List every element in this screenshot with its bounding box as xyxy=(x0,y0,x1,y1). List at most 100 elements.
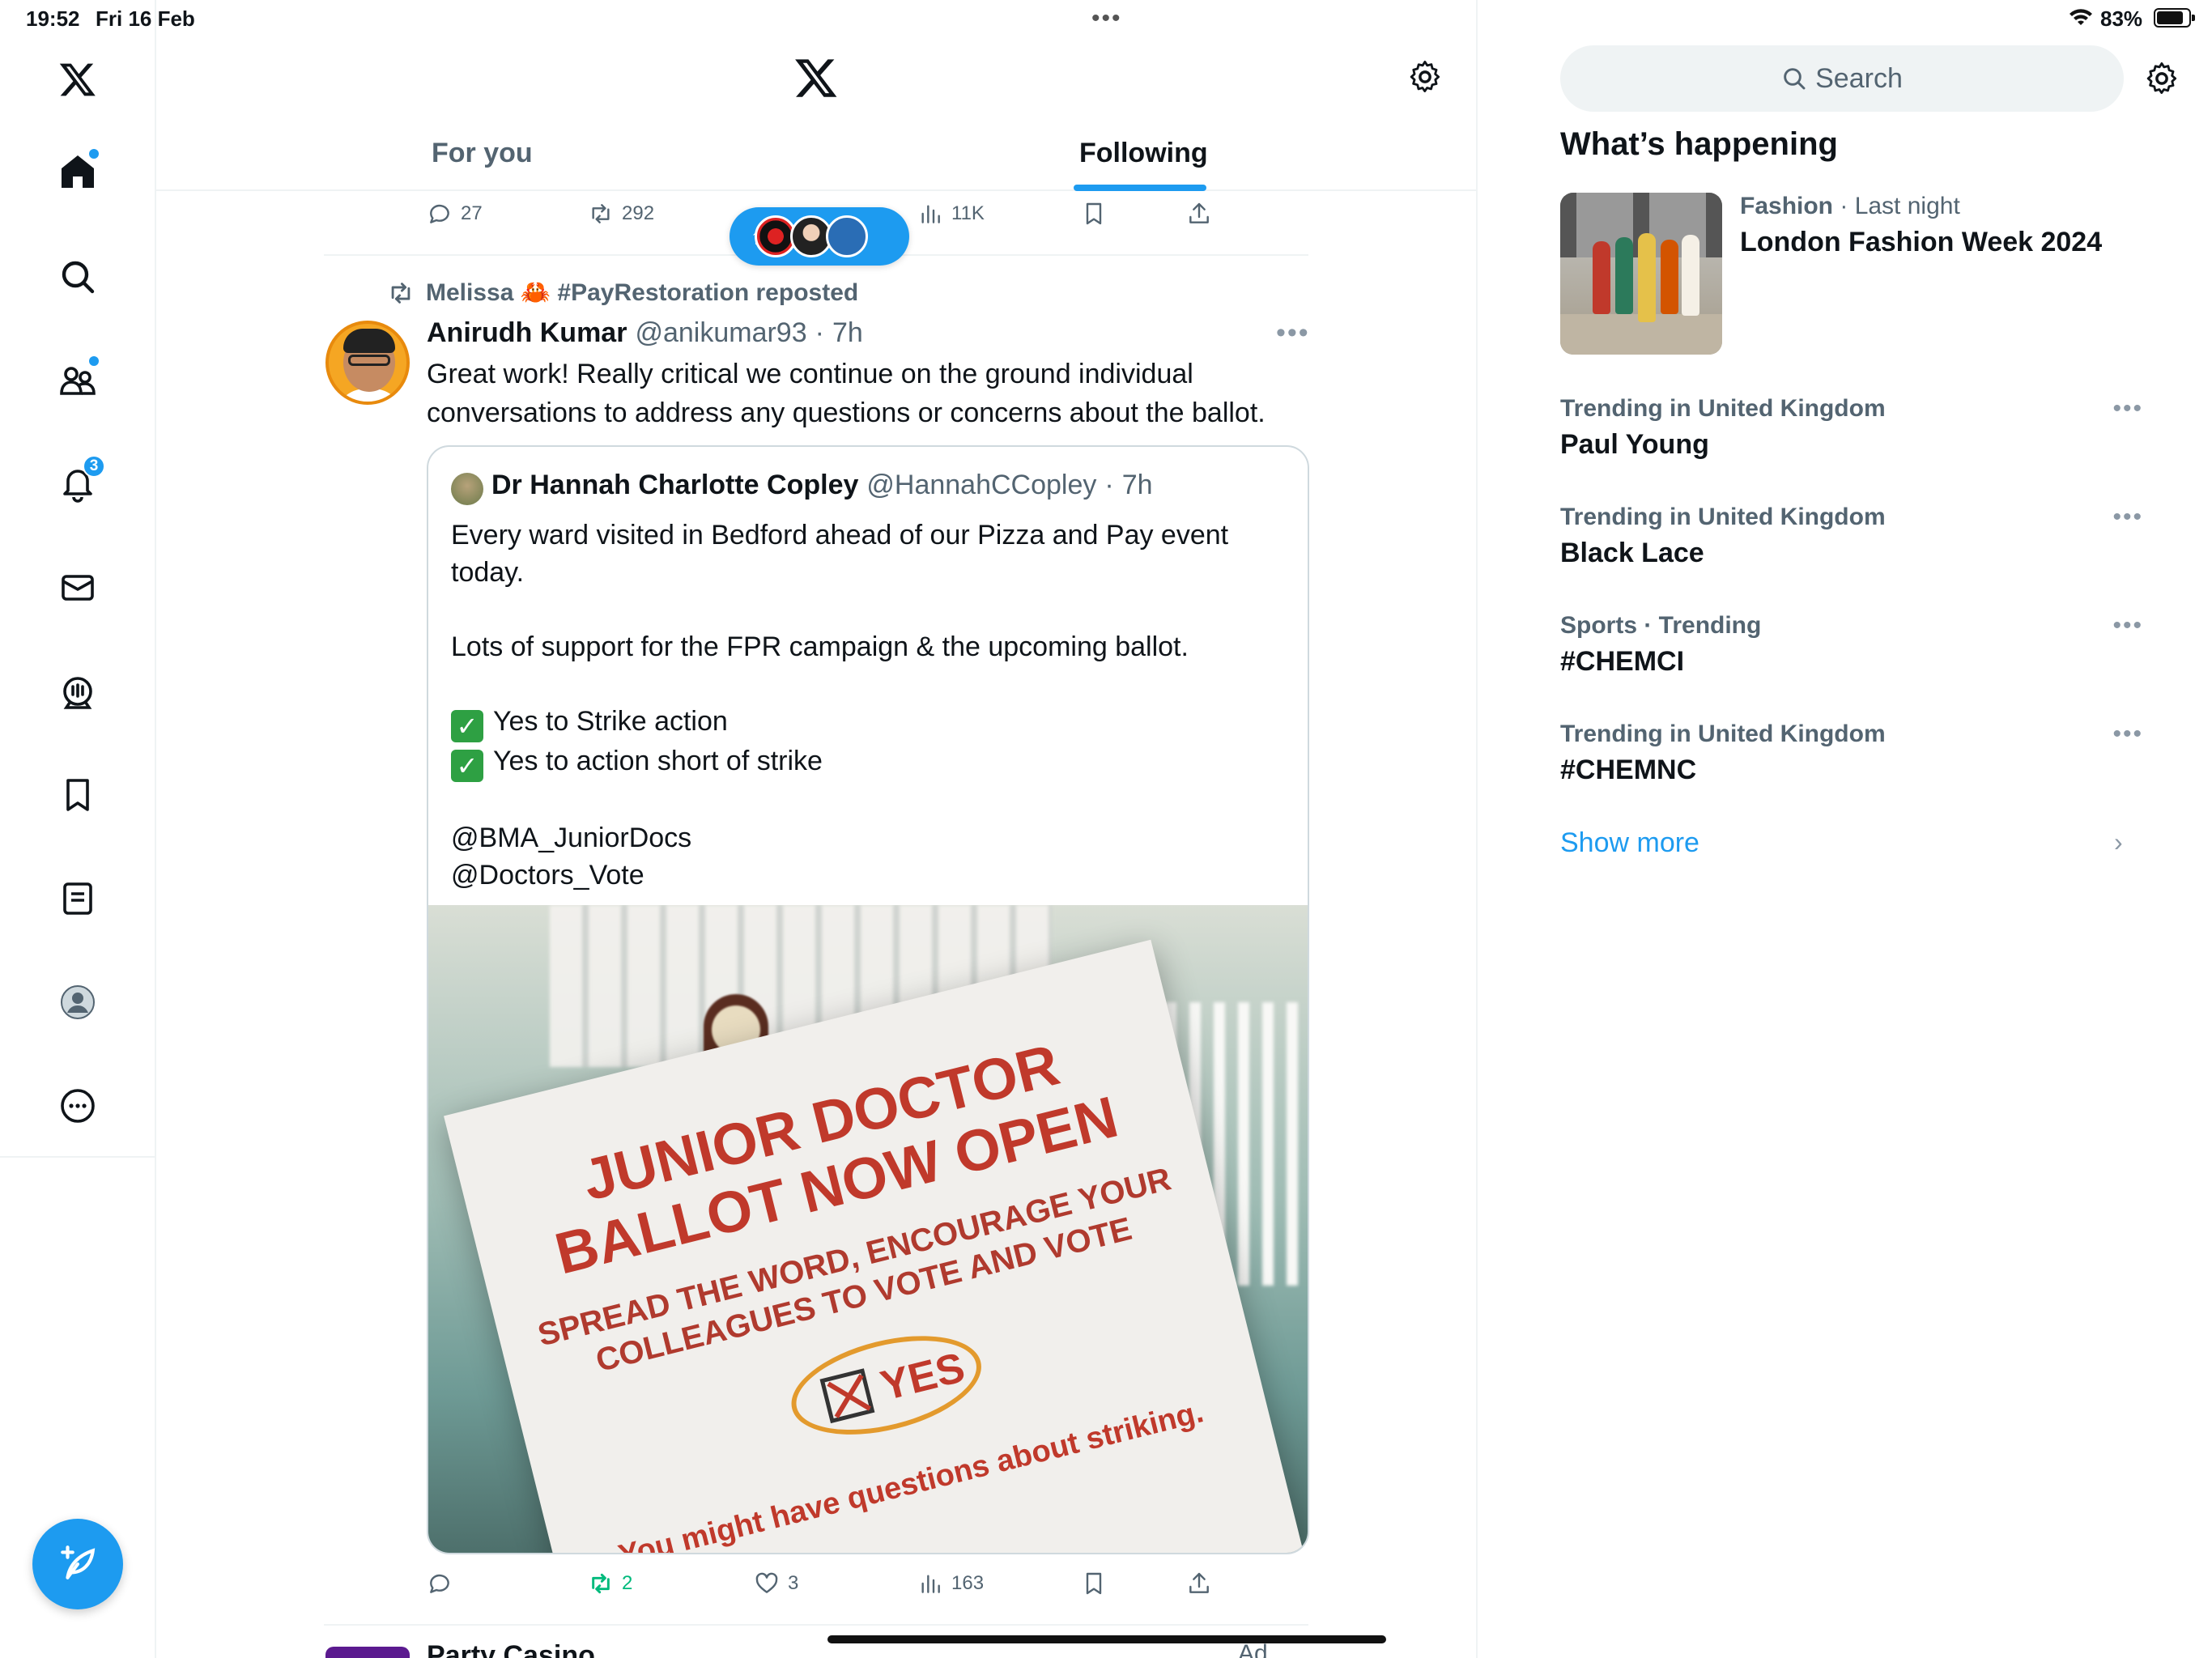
compose-button[interactable] xyxy=(32,1519,123,1609)
quote-time: 7h xyxy=(1121,470,1153,500)
new-posts-pill[interactable]: ↑ xyxy=(730,207,909,266)
trend-item[interactable]: Sports · Trending #CHEMCI ••• xyxy=(1560,612,2143,678)
nav-communities[interactable] xyxy=(47,350,108,411)
sign-yes-circle: YES xyxy=(781,1318,992,1452)
left-nav: 3 xyxy=(0,0,156,1658)
right-sidebar: Search What’s happening Fashion · Last n… xyxy=(1479,0,2212,1658)
gear-icon[interactable] xyxy=(2143,60,2180,97)
views-button[interactable]: 163 xyxy=(917,1571,984,1596)
author-name[interactable]: Anirudh Kumar xyxy=(427,317,627,349)
nav-profile[interactable] xyxy=(47,971,108,1033)
next-post-author[interactable]: Party Casino xyxy=(427,1640,595,1658)
like-button[interactable]: 3 xyxy=(754,1571,798,1596)
nav-bookmarks[interactable] xyxy=(47,764,108,826)
repost-icon xyxy=(592,1573,610,1594)
share-button[interactable] xyxy=(1186,201,1212,227)
new-post-avatar xyxy=(826,215,868,257)
trend-meta: Trending in United Kingdom xyxy=(1560,395,1886,422)
chevron-right-icon[interactable]: › xyxy=(2114,827,2123,857)
mention-link[interactable]: @BMA_JuniorDocs xyxy=(451,819,1293,857)
bookmark-button[interactable] xyxy=(1081,201,1107,227)
more-options-icon[interactable]: ••• xyxy=(2112,395,2143,423)
more-options-icon[interactable]: ••• xyxy=(2112,612,2143,640)
post-divider xyxy=(324,1624,1308,1626)
nav-lists[interactable] xyxy=(47,868,108,929)
reply-icon xyxy=(430,204,449,223)
show-more-link[interactable]: Show more xyxy=(1560,827,1699,859)
trend-item[interactable]: Trending in United Kingdom Black Lace ••… xyxy=(1560,504,2143,569)
more-options-icon[interactable]: ••• xyxy=(2112,504,2143,531)
home-unread-dot xyxy=(89,149,99,159)
post-header: Anirudh Kumar @anikumar93 · 7h xyxy=(427,317,863,349)
trend-time: Last night xyxy=(1854,193,1960,219)
author-handle[interactable]: @anikumar93 xyxy=(635,317,806,349)
home-indicator[interactable] xyxy=(827,1635,1386,1643)
list-icon xyxy=(63,882,92,915)
post-text: Great work! Really critical we continue … xyxy=(427,359,1266,428)
quote-avatar[interactable] xyxy=(451,473,483,505)
avatar[interactable] xyxy=(325,321,410,405)
post-image[interactable]: JUNIOR DOCTOR BALLOT NOW OPEN SPREAD THE… xyxy=(428,905,1308,1553)
compose-icon xyxy=(61,1545,96,1579)
heart-icon xyxy=(755,1572,778,1593)
reposted-by-text: Melissa 🦀 #PayRestoration reposted xyxy=(426,279,859,306)
tab-following[interactable]: Following xyxy=(1079,138,1208,169)
more-options-icon[interactable]: ••• xyxy=(2112,721,2143,748)
more-options-icon[interactable]: ••• xyxy=(1276,317,1310,349)
repost-count: 292 xyxy=(622,202,655,224)
timeline: For you Following 27 292 11K ↑ xyxy=(156,0,1478,1658)
repost-button[interactable]: 2 xyxy=(588,1571,632,1596)
nav-messages[interactable] xyxy=(47,557,108,619)
quoted-post[interactable]: Dr Hannah Charlotte Copley @HannahCCople… xyxy=(427,445,1309,1554)
views-button[interactable]: 11K xyxy=(917,201,985,227)
nav-more[interactable] xyxy=(47,1075,108,1137)
post-time[interactable]: 7h xyxy=(832,317,863,349)
views-icon xyxy=(921,205,940,223)
quote-line: Lots of support for the FPR campaign & t… xyxy=(451,631,1189,662)
x-logo-icon[interactable] xyxy=(793,55,839,100)
quote-line-text: Yes to Strike action xyxy=(493,706,728,737)
quote-author-handle: @HannahCCopley xyxy=(866,470,1097,500)
share-icon xyxy=(1189,1572,1209,1593)
repost-icon xyxy=(592,204,610,223)
profile-icon xyxy=(61,985,95,1019)
check-mark-icon: ✓ xyxy=(451,750,483,782)
trend-name: Black Lace xyxy=(1560,538,1704,568)
share-icon xyxy=(1189,202,1209,223)
quote-text: Every ward visited in Bedford ahead of o… xyxy=(451,517,1293,894)
tab-for-you[interactable]: For you xyxy=(432,138,533,169)
nav-notifications[interactable]: 3 xyxy=(47,453,108,515)
views-count: 163 xyxy=(951,1572,985,1594)
notification-badge: 3 xyxy=(83,455,105,478)
reply-button[interactable]: 27 xyxy=(427,201,483,227)
trend-category: Fashion xyxy=(1740,193,1834,219)
mention-link[interactable]: @Doctors_Vote xyxy=(451,857,1293,894)
trend-item[interactable]: Trending in United Kingdom #CHEMNC ••• xyxy=(1560,721,2143,786)
nav-home[interactable] xyxy=(47,141,108,202)
bookmark-icon xyxy=(66,779,89,811)
featured-trend-meta: Fashion · Last night xyxy=(1740,193,1960,219)
share-button[interactable] xyxy=(1186,1571,1212,1596)
gear-icon[interactable] xyxy=(1406,58,1444,96)
active-tab-indicator xyxy=(1074,185,1206,191)
trend-name: Paul Young xyxy=(1560,429,1709,460)
trend-meta: Trending in United Kingdom xyxy=(1560,504,1886,530)
x-logo-icon[interactable] xyxy=(47,49,108,110)
spaces-icon xyxy=(63,677,92,709)
search-input[interactable]: Search xyxy=(1560,45,2124,112)
repost-button[interactable]: 292 xyxy=(588,201,654,227)
more-circle-icon xyxy=(61,1089,95,1123)
views-count: 11K xyxy=(951,202,985,224)
reposted-by[interactable]: Melissa 🦀 #PayRestoration reposted xyxy=(387,278,858,307)
reply-button[interactable] xyxy=(427,1571,453,1596)
quote-header: Dr Hannah Charlotte Copley @HannahCCople… xyxy=(491,470,1153,500)
next-post-avatar[interactable] xyxy=(325,1647,410,1658)
quote-line xyxy=(451,665,1293,703)
trend-item[interactable]: Trending in United Kingdom Paul Young ••… xyxy=(1560,395,2143,461)
bookmark-icon xyxy=(1086,1572,1102,1595)
nav-spaces[interactable] xyxy=(47,661,108,722)
bookmark-button[interactable] xyxy=(1081,1571,1107,1596)
mail-icon xyxy=(62,575,94,601)
nav-explore[interactable] xyxy=(47,246,108,308)
quote-line: Every ward visited in Bedford ahead of o… xyxy=(451,520,1229,588)
